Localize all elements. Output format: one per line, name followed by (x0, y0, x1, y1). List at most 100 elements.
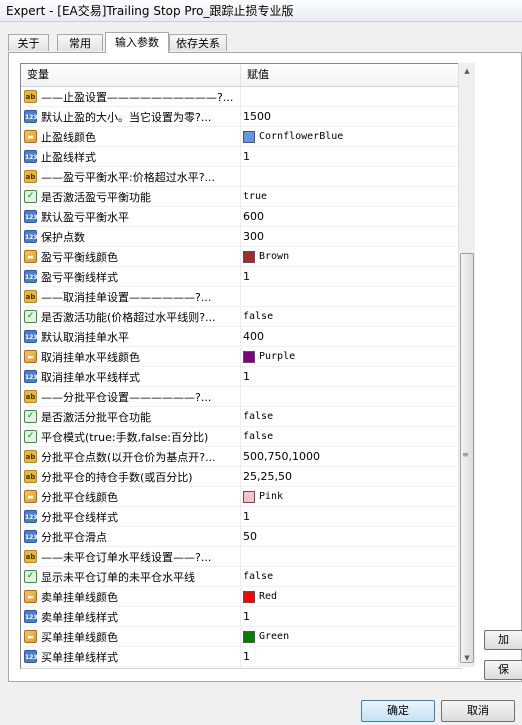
param-value-cell[interactable] (241, 387, 462, 406)
param-name-cell[interactable]: 123 卖单挂单线样式 (21, 607, 241, 626)
color-swatch[interactable] (243, 250, 255, 263)
param-value-cell[interactable]: Green (241, 627, 462, 646)
param-name-cell[interactable]: ab ——未平仓订单水平线设置——?... (21, 547, 241, 566)
param-row[interactable]: 123 默认止盈的大小。当它设置为零?... 1500 (21, 107, 462, 127)
param-value-cell[interactable] (241, 287, 462, 306)
cancel-button[interactable]: 取消 (441, 700, 515, 722)
param-name-cell[interactable]: 123 取消挂单水平线样式 (21, 367, 241, 386)
color-swatch[interactable] (243, 490, 255, 503)
param-name-cell[interactable]: 123 默认盈亏平衡水平 (21, 207, 241, 226)
param-name-cell[interactable]: 123 买单挂单线样式 (21, 647, 241, 666)
param-row[interactable]: ✓ 是否激活盈亏平衡功能 true (21, 187, 462, 207)
color-swatch[interactable] (243, 350, 255, 363)
param-row[interactable]: ab ——止盈设置——————————?... (21, 87, 462, 107)
param-name-cell[interactable]: 123 盈亏平衡线样式 (21, 267, 241, 286)
param-row[interactable]: 123 默认盈亏平衡水平 600 (21, 207, 462, 227)
param-value-cell[interactable]: 25,25,50 (241, 467, 462, 486)
param-name-cell[interactable]: ab ——分批平仓设置——————?... (21, 387, 241, 406)
param-row[interactable]: 123 取消挂单水平线样式 1 (21, 367, 462, 387)
param-name-cell[interactable]: 123 分批平仓线样式 (21, 507, 241, 526)
color-swatch[interactable] (243, 590, 255, 603)
param-name-cell[interactable]: ▬ 买单挂单线颜色 (21, 627, 241, 646)
param-value-cell[interactable]: false (241, 567, 462, 586)
scroll-down-icon[interactable]: ▼ (459, 650, 475, 667)
param-name-cell[interactable]: ▬ 盈亏平衡线颜色 (21, 247, 241, 266)
param-row[interactable]: ▬ 卖单挂单线颜色 Red (21, 587, 462, 607)
param-name-cell[interactable]: 123 分批平仓滑点 (21, 527, 241, 546)
param-value-cell[interactable]: 1 (241, 607, 462, 626)
save-button[interactable]: 保 (484, 660, 522, 680)
param-row[interactable]: ab ——盈亏平衡水平:价格超过水平?... (21, 167, 462, 187)
param-name-cell[interactable]: ab 分批平仓的持仓手数(或百分比) (21, 467, 241, 486)
param-row[interactable]: ab 分批平仓点数(以开仓价为基点开?... 500,750,1000 (21, 447, 462, 467)
param-name-cell[interactable]: ✓ 平仓模式(true:手数,false:百分比) (21, 427, 241, 446)
param-value-cell[interactable]: 1 (241, 367, 462, 386)
param-value-cell[interactable]: 500,750,1000 (241, 447, 462, 466)
param-row[interactable]: 123 分批平仓线样式 1 (21, 507, 462, 527)
color-swatch[interactable] (243, 630, 255, 643)
param-name-cell[interactable]: 123 默认止盈的大小。当它设置为零?... (21, 107, 241, 126)
param-row[interactable]: ✓ 平仓模式(true:手数,false:百分比) false (21, 427, 462, 447)
param-name-cell[interactable]: ✓ 是否激活盈亏平衡功能 (21, 187, 241, 206)
param-name-cell[interactable]: ab ——盈亏平衡水平:价格超过水平?... (21, 167, 241, 186)
param-name-cell[interactable]: ▬ 止盈线颜色 (21, 127, 241, 146)
param-row[interactable]: ▬ 取消挂单水平线颜色 Purple (21, 347, 462, 367)
param-row[interactable]: ab ——未平仓订单水平线设置——?... (21, 547, 462, 567)
param-row[interactable]: ab ——分批平仓设置——————?... (21, 387, 462, 407)
param-value-cell[interactable]: 600 (241, 207, 462, 226)
param-row[interactable]: ▬ 盈亏平衡线颜色 Brown (21, 247, 462, 267)
param-row[interactable]: 123 保护点数 300 (21, 227, 462, 247)
param-name-cell[interactable]: ab 分批平仓点数(以开仓价为基点开?... (21, 447, 241, 466)
param-row[interactable]: ▬ 分批平仓线颜色 Pink (21, 487, 462, 507)
param-row[interactable]: 123 止盈线样式 1 (21, 147, 462, 167)
param-row[interactable]: ✓ 显示未平仓订单的未平仓水平线 false (21, 567, 462, 587)
param-value-cell[interactable]: CornflowerBlue (241, 127, 462, 146)
param-value-cell[interactable] (241, 87, 462, 106)
param-name-cell[interactable]: ▬ 取消挂单水平线颜色 (21, 347, 241, 366)
param-value-cell[interactable]: Brown (241, 247, 462, 266)
tab-common[interactable]: 常用 (57, 34, 103, 51)
ok-button[interactable]: 确定 (361, 700, 435, 722)
param-row[interactable]: ✓ 是否激活分批平仓功能 false (21, 407, 462, 427)
param-value-cell[interactable] (241, 167, 462, 186)
tab-dependencies[interactable]: 依存关系 (169, 34, 227, 51)
tab-about[interactable]: 关于 (8, 34, 49, 51)
column-header-value[interactable]: 赋值 (241, 64, 462, 86)
load-button[interactable]: 加 (484, 630, 522, 650)
param-name-cell[interactable]: ✓ 显示未平仓订单的未平仓水平线 (21, 567, 241, 586)
param-value-cell[interactable]: true (241, 187, 462, 206)
param-row[interactable]: ab 分批平仓的持仓手数(或百分比) 25,25,50 (21, 467, 462, 487)
param-row[interactable]: ab ——取消挂单设置——————?... (21, 287, 462, 307)
param-name-cell[interactable]: 123 止盈线样式 (21, 147, 241, 166)
param-name-cell[interactable]: 123 保护点数 (21, 227, 241, 246)
column-header-variable[interactable]: 变量 (21, 64, 241, 86)
param-name-cell[interactable]: ab ——取消挂单设置——————?... (21, 287, 241, 306)
param-row[interactable]: ▬ 止盈线颜色 CornflowerBlue (21, 127, 462, 147)
param-row[interactable]: ✓ 是否激活功能(价格超过水平线则?... false (21, 307, 462, 327)
param-row[interactable]: 123 买单挂单线样式 1 (21, 647, 462, 667)
param-value-cell[interactable]: Red (241, 587, 462, 606)
param-value-cell[interactable]: 1500 (241, 107, 462, 126)
param-value-cell[interactable]: false (241, 427, 462, 446)
param-row[interactable]: 123 卖单挂单线样式 1 (21, 607, 462, 627)
param-row[interactable]: 123 分批平仓滑点 50 (21, 527, 462, 547)
param-value-cell[interactable]: 50 (241, 527, 462, 546)
param-row[interactable]: 123 默认取消挂单水平 400 (21, 327, 462, 347)
param-value-cell[interactable]: 1 (241, 647, 462, 666)
vertical-scrollbar[interactable]: ▲ ≡ ▼ (458, 63, 475, 667)
param-value-cell[interactable]: false (241, 407, 462, 426)
param-value-cell[interactable]: Pink (241, 487, 462, 506)
scroll-up-icon[interactable]: ▲ (459, 63, 475, 80)
param-value-cell[interactable]: Purple (241, 347, 462, 366)
param-name-cell[interactable]: ✓ 是否激活分批平仓功能 (21, 407, 241, 426)
param-value-cell[interactable] (241, 547, 462, 566)
param-value-cell[interactable]: false (241, 307, 462, 326)
color-swatch[interactable] (243, 130, 255, 143)
param-value-cell[interactable]: 1 (241, 147, 462, 166)
param-row[interactable]: 123 盈亏平衡线样式 1 (21, 267, 462, 287)
param-value-cell[interactable]: 400 (241, 327, 462, 346)
tab-inputs[interactable]: 输入参数 (105, 32, 169, 53)
param-value-cell[interactable]: 1 (241, 267, 462, 286)
param-name-cell[interactable]: ab ——止盈设置——————————?... (21, 87, 241, 106)
param-value-cell[interactable]: 300 (241, 227, 462, 246)
